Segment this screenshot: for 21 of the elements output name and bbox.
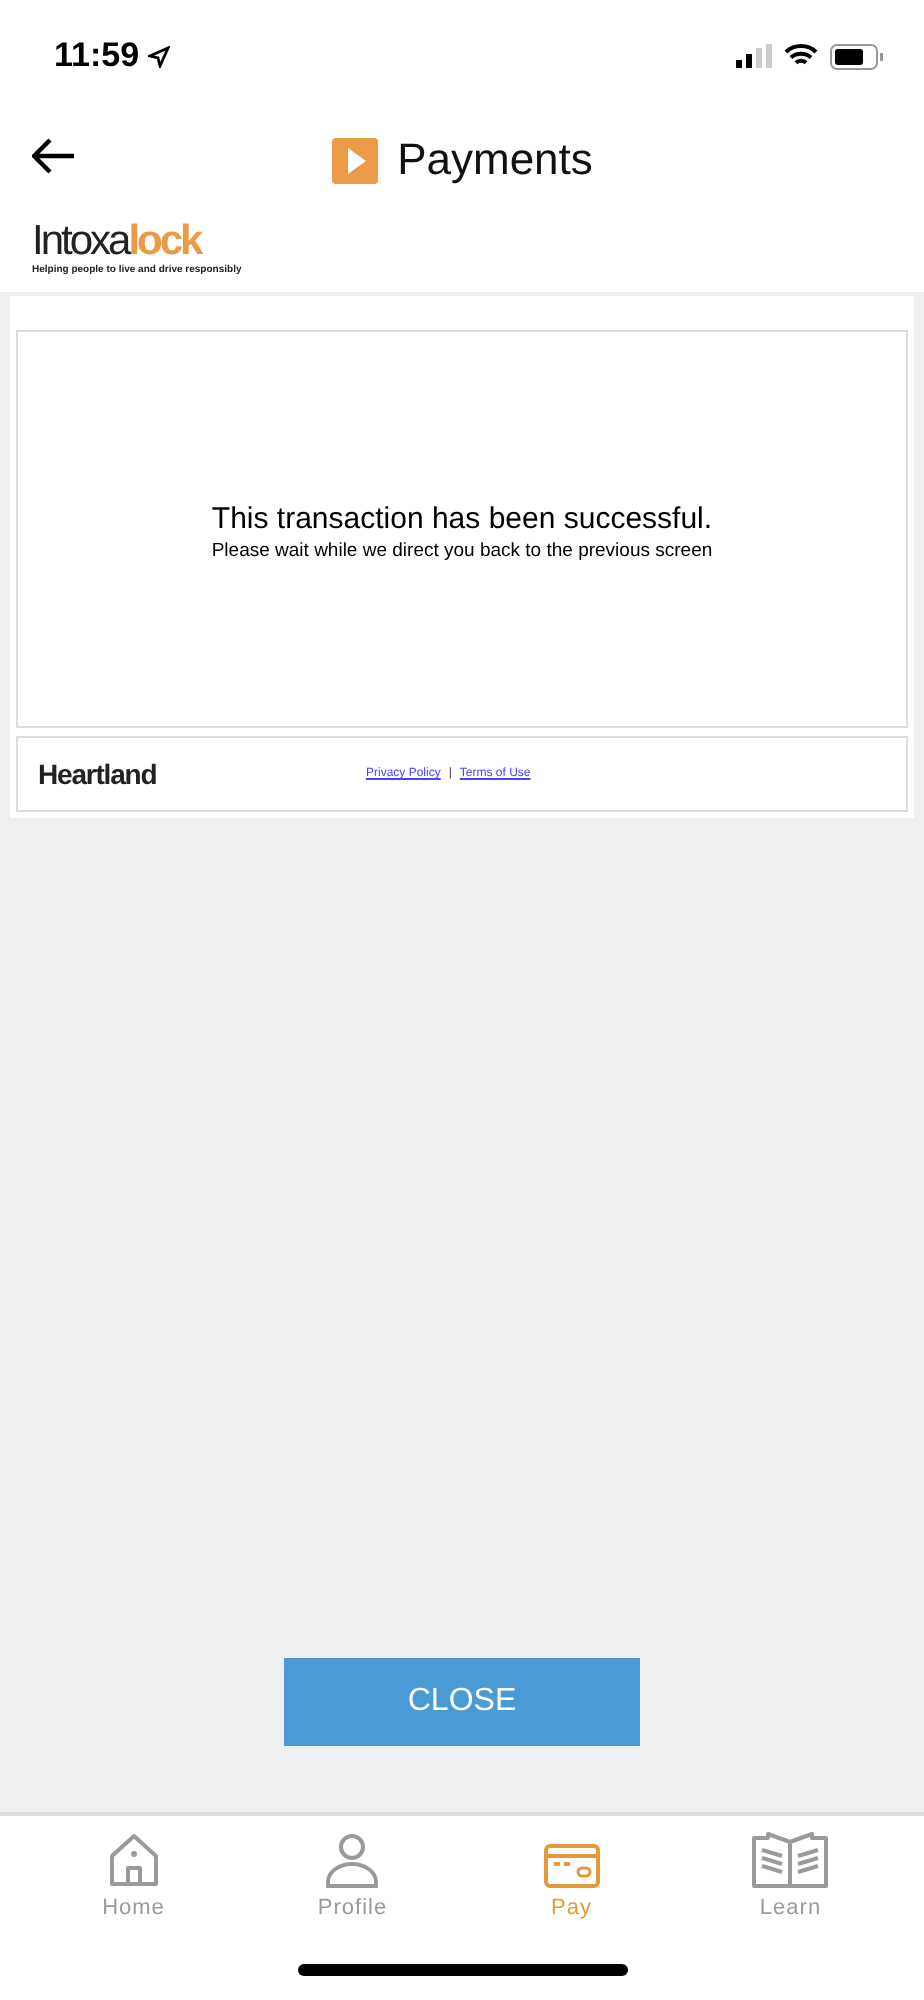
play-icon xyxy=(331,137,378,183)
logo-wordmark: Intoxalock xyxy=(32,220,201,262)
tab[interactable]: Pay xyxy=(491,1816,652,1920)
provider-logo: Heartland xyxy=(38,758,159,790)
person-icon xyxy=(324,1832,381,1888)
redirect-message: Please wait while we direct you back to the previous screen xyxy=(211,539,713,561)
credit-card-icon xyxy=(543,1844,600,1888)
tab[interactable]: Profile xyxy=(272,1816,433,1920)
tab[interactable]: Learn xyxy=(710,1816,871,1920)
home-icon xyxy=(107,1832,160,1888)
battery-icon xyxy=(830,43,884,69)
close-button[interactable]: CLOSE xyxy=(284,1658,640,1746)
signal-icon xyxy=(736,44,772,68)
status-time: 11:59 xyxy=(54,36,140,76)
success-message: This transaction has been successful. xyxy=(211,501,713,535)
back-button[interactable] xyxy=(32,138,76,174)
location-icon xyxy=(147,45,170,67)
page-title: Payments xyxy=(397,134,593,186)
book-icon xyxy=(752,1832,829,1888)
tab[interactable]: Home xyxy=(53,1816,214,1920)
wifi-icon xyxy=(784,44,818,68)
